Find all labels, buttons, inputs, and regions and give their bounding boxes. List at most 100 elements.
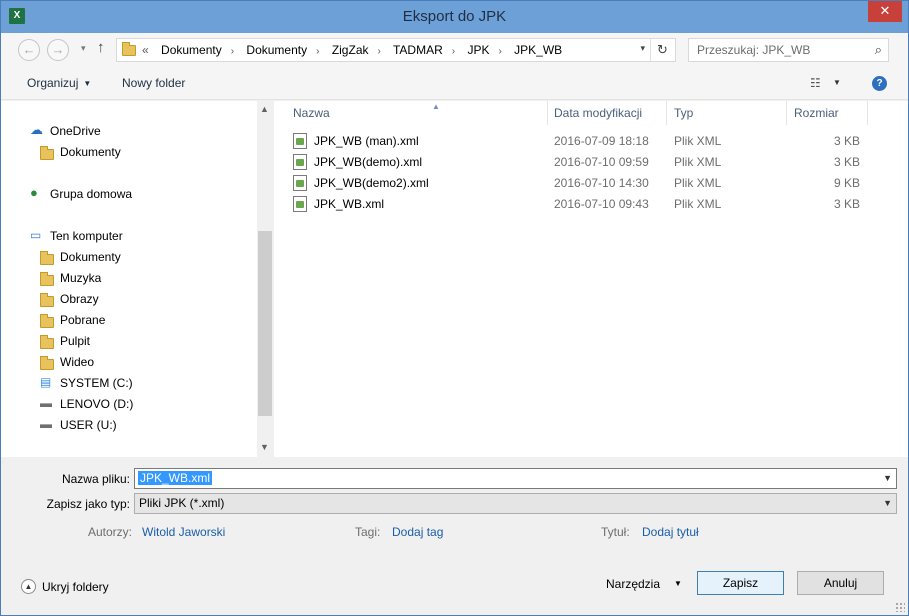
- filename-dropdown-icon[interactable]: ▼: [883, 473, 892, 483]
- nav-item-label: Muzyka: [60, 271, 102, 285]
- scroll-down-icon[interactable]: ▼: [260, 442, 269, 452]
- file-row[interactable]: JPK_WB (man).xml 2016-07-09 18:18 Plik X…: [274, 131, 908, 152]
- folder-icon: [40, 146, 54, 160]
- file-date: 2016-07-09 18:18: [554, 134, 649, 148]
- filetype-select[interactable]: Pliki JPK (*.xml) ▼: [134, 493, 897, 514]
- search-icon[interactable]: ⌕: [875, 42, 882, 58]
- up-folder-button[interactable]: ↑: [97, 39, 105, 56]
- breadcrumb-chevron-icon[interactable]: ›: [378, 46, 381, 57]
- address-bar[interactable]: « Dokumenty › Dokumenty › ZigZak › TADMAR › …: [116, 38, 676, 62]
- cancel-button[interactable]: Anuluj: [797, 571, 884, 595]
- nav-item-label: SYSTEM (C:): [60, 376, 133, 390]
- breadcrumb-item[interactable]: JPK: [467, 43, 489, 57]
- refresh-icon[interactable]: ↻: [650, 39, 674, 61]
- authors-value[interactable]: Witold Jaworski: [142, 525, 225, 539]
- close-button[interactable]: ✕: [868, 1, 902, 22]
- tags-label: Tagi:: [355, 525, 381, 539]
- column-divider[interactable]: [786, 101, 787, 125]
- scroll-up-icon[interactable]: ▲: [260, 104, 269, 114]
- column-header-size[interactable]: Rozmiar: [794, 106, 839, 124]
- save-dialog: X Eksport do JPK ✕ ← → ▾ ↑ « Dokumenty › …: [0, 0, 909, 616]
- breadcrumb-chevron-icon[interactable]: ›: [316, 46, 319, 57]
- help-icon[interactable]: ?: [872, 76, 887, 91]
- xml-file-icon: [293, 133, 307, 149]
- save-options-panel: Nazwa pliku: JPK_WB.xml ▼ Zapisz jako ty…: [1, 457, 908, 615]
- file-name: JPK_WB.xml: [314, 197, 385, 211]
- downloads-folder-icon: [40, 314, 54, 328]
- breadcrumb-item[interactable]: JPK_WB: [514, 43, 562, 57]
- forward-button[interactable]: →: [47, 39, 69, 61]
- save-button[interactable]: Zapisz: [697, 571, 784, 595]
- breadcrumb-item[interactable]: Dokumenty: [246, 43, 307, 57]
- hide-folders-label: Ukryj foldery: [42, 580, 109, 594]
- file-type: Plik XML: [674, 197, 722, 211]
- drive-icon: ▬: [40, 417, 52, 431]
- address-dropdown-icon[interactable]: ▾: [640, 43, 645, 54]
- resize-grip[interactable]: [895, 602, 905, 612]
- filename-input[interactable]: JPK_WB.xml ▼: [134, 468, 897, 489]
- file-name: JPK_WB(demo2).xml: [314, 176, 429, 190]
- nav-item-label: Ten komputer: [50, 229, 123, 243]
- view-dropdown-icon[interactable]: ▼: [833, 78, 841, 87]
- documents-folder-icon: [40, 251, 54, 265]
- breadcrumb-chevron-icon[interactable]: ›: [452, 46, 455, 57]
- breadcrumb: « Dokumenty › Dokumenty › ZigZak › TADMAR › …: [142, 43, 562, 57]
- file-row[interactable]: JPK_WB(demo2).xml 2016-07-10 14:30 Plik …: [274, 173, 908, 194]
- filename-label: Nazwa pliku:: [61, 472, 130, 486]
- file-size: 9 KB: [833, 176, 860, 190]
- column-header-label: Nazwa: [293, 106, 330, 120]
- video-folder-icon: [40, 356, 54, 370]
- tools-label: Narzędzia: [606, 577, 661, 591]
- file-row[interactable]: JPK_WB.xml 2016-07-10 09:43 Plik XML 3 K…: [274, 194, 908, 215]
- search-input[interactable]: Przeszukaj: JPK_WB ⌕: [688, 38, 889, 62]
- homegroup-icon: ●: [30, 185, 38, 200]
- tags-value[interactable]: Dodaj tag: [392, 525, 443, 539]
- authors-label: Autorzy:: [88, 525, 133, 539]
- command-toolbar: Organizuj ▼ Nowy folder ☷ ▼ ?: [1, 67, 908, 100]
- nav-item-label: OneDrive: [50, 124, 101, 138]
- navpane-scrollbar[interactable]: ▲ ▼: [257, 101, 274, 457]
- back-button[interactable]: ←: [18, 39, 40, 61]
- file-list: ▲ Nazwa Data modyfikacji Typ Rozmiar JPK…: [274, 101, 908, 457]
- file-date: 2016-07-10 14:30: [554, 176, 649, 190]
- window-title: Eksport do JPK: [402, 8, 507, 25]
- file-row[interactable]: JPK_WB(demo).xml 2016-07-10 09:59 Plik X…: [274, 152, 908, 173]
- view-options-icon[interactable]: ☷: [810, 76, 821, 90]
- organize-button[interactable]: Organizuj ▼: [27, 76, 91, 90]
- file-type: Plik XML: [674, 176, 722, 190]
- breadcrumb-overflow[interactable]: «: [142, 43, 149, 57]
- new-folder-button[interactable]: Nowy folder: [122, 76, 185, 90]
- file-name: JPK_WB (man).xml: [314, 134, 419, 148]
- title-value[interactable]: Dodaj tytuł: [642, 525, 699, 539]
- breadcrumb-chevron-icon[interactable]: ›: [231, 46, 234, 57]
- column-header-type[interactable]: Typ: [674, 106, 693, 124]
- column-header-date[interactable]: Data modyfikacji: [554, 106, 642, 124]
- column-divider[interactable]: [547, 101, 548, 125]
- tools-button[interactable]: Narzędzia ▼: [606, 577, 682, 591]
- system-drive-icon: ▤: [40, 375, 52, 389]
- scrollbar-thumb[interactable]: [258, 231, 272, 416]
- column-divider[interactable]: [666, 101, 667, 125]
- breadcrumb-item[interactable]: TADMAR: [393, 43, 443, 57]
- file-size: 3 KB: [833, 197, 860, 211]
- nav-item-label: Obrazy: [60, 292, 99, 306]
- file-date: 2016-07-10 09:43: [554, 197, 649, 211]
- breadcrumb-item[interactable]: ZigZak: [332, 43, 369, 57]
- column-header-name[interactable]: ▲ Nazwa: [293, 102, 440, 124]
- folder-icon: [122, 42, 136, 56]
- recent-locations-icon[interactable]: ▾: [81, 43, 86, 54]
- column-divider[interactable]: [867, 101, 868, 125]
- xml-file-icon: [293, 154, 307, 170]
- breadcrumb-chevron-icon[interactable]: ›: [498, 46, 501, 57]
- filetype-dropdown-icon[interactable]: ▼: [883, 498, 892, 508]
- drive-icon: ▬: [40, 396, 52, 410]
- sort-ascending-icon: ▲: [432, 102, 440, 111]
- nav-item-label: Grupa domowa: [50, 187, 133, 201]
- breadcrumb-item[interactable]: Dokumenty: [161, 43, 222, 57]
- title-bar[interactable]: X Eksport do JPK ✕: [1, 1, 908, 33]
- search-placeholder: Przeszukaj: JPK_WB: [697, 43, 811, 57]
- nav-item-label: Pulpit: [60, 334, 91, 348]
- filetype-label: Zapisz jako typ:: [46, 497, 130, 511]
- nav-item-label: USER (U:): [60, 418, 117, 432]
- xml-file-icon: [293, 175, 307, 191]
